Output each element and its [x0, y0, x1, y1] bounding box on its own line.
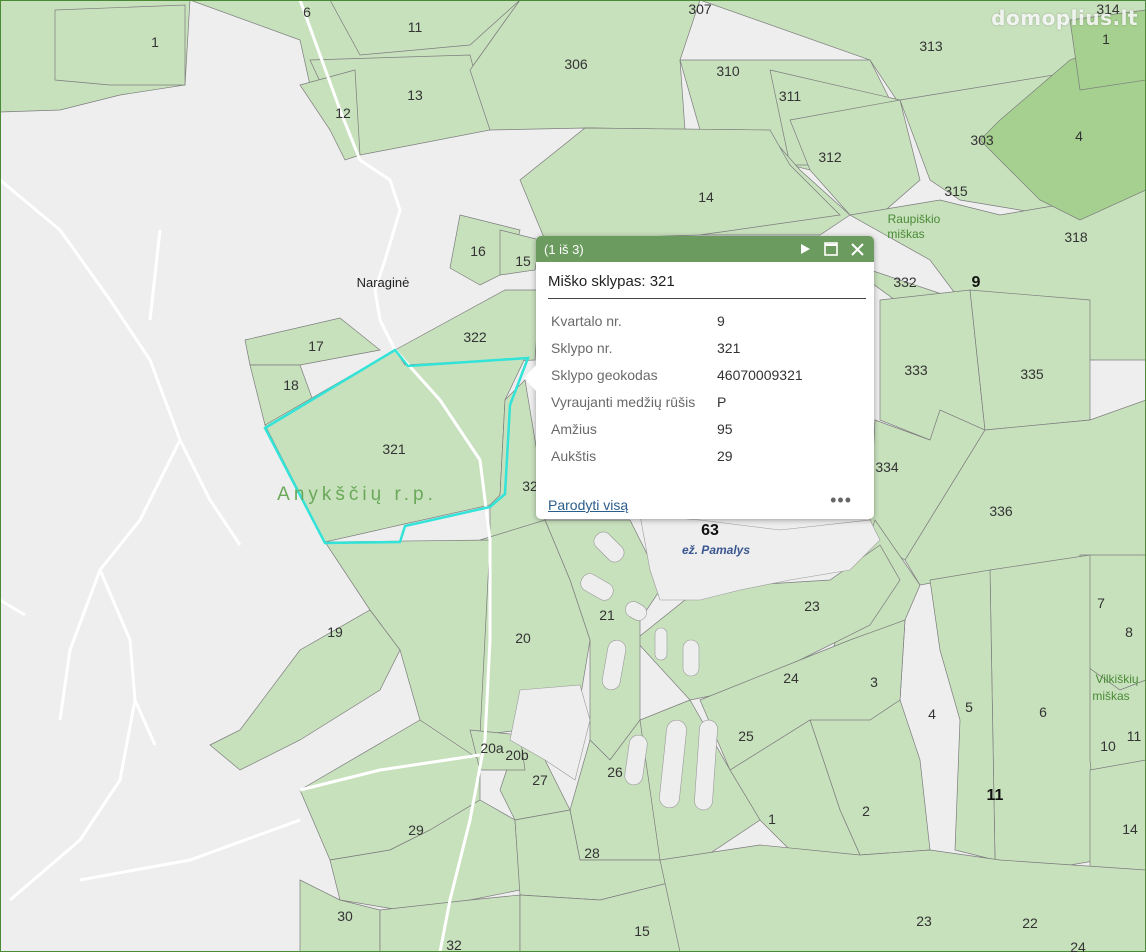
attribute-row: Kvartalo nr. 9 [548, 307, 806, 334]
attribute-row: Vyraujanti medžių rūšis P [548, 388, 806, 415]
quarter-label: 9 [972, 274, 981, 291]
more-options-icon[interactable]: ••• [830, 490, 852, 511]
parcel-label: 25 [738, 728, 754, 744]
parcel-label: 14 [1122, 821, 1138, 837]
parcel-label: 336 [989, 503, 1013, 519]
parcel-label: 1 [151, 34, 159, 50]
parcel-label: 26 [607, 764, 623, 780]
parcel-label: 11 [408, 19, 423, 35]
attribute-key: Sklypo geokodas [551, 366, 658, 383]
attribute-key: Aukštis [551, 447, 597, 464]
parcel-label: 17 [308, 338, 324, 354]
attribute-value: 9 [717, 312, 725, 329]
attribute-key: Sklypo nr. [551, 339, 613, 356]
popup-title: Miško sklypas: 321 [548, 273, 866, 299]
parcel-label: 321 [382, 441, 406, 457]
parcel-label: 312 [818, 149, 842, 165]
parcel-label: 3 [870, 674, 878, 690]
maximize-icon[interactable] [820, 238, 842, 260]
parcel-label: 28 [584, 845, 600, 861]
parcel-label: 23 [804, 598, 820, 614]
popup-header: (1 iš 3) [536, 236, 874, 262]
parcel-label: 22 [1022, 915, 1038, 931]
parcel-label: 19 [327, 624, 343, 640]
quarter-label: 11 [987, 787, 1004, 804]
parcel-label: 303 [970, 132, 994, 148]
parcel-label: 332 [893, 274, 917, 290]
parcel-label: 11 [1127, 728, 1142, 744]
parcel-label: 6 [303, 4, 311, 20]
parcel-label: 315 [944, 183, 968, 199]
parcel-label: 15 [515, 253, 531, 269]
parcel-label: 307 [688, 1, 712, 17]
parcel-label: 4 [1075, 128, 1083, 144]
attribute-key: Kvartalo nr. [551, 312, 622, 329]
attribute-table: Kvartalo nr. 9 Sklypo nr. 321 Sklypo geoko… [548, 307, 806, 469]
forest-label-raupiskio: Raupiškio [888, 212, 941, 226]
parcel-label: 18 [283, 377, 299, 393]
attribute-value: 29 [717, 447, 733, 464]
parcel-label: 322 [463, 329, 487, 345]
parcel-label: 10 [1100, 738, 1116, 754]
attribute-row: Sklypo geokodas 46070009321 [548, 361, 806, 388]
parcel-label: 15 [634, 923, 650, 939]
attribute-value: P [717, 393, 727, 410]
parcel-label: 2 [862, 803, 870, 819]
parcel-label: 1 [768, 811, 776, 827]
parcel-label: 4 [928, 706, 936, 722]
parcel-label: 24 [783, 670, 799, 686]
parcel-label: 27 [532, 772, 548, 788]
next-feature-icon[interactable] [794, 238, 816, 260]
parcel-label: 14 [698, 189, 714, 205]
parcel-label: 306 [564, 56, 588, 72]
parcel-label: 1 [1102, 31, 1110, 47]
parcel-label: 5 [965, 699, 973, 715]
popup-pointer [524, 364, 537, 392]
forest-label-vilkiskiu: Vilkiškių [1095, 672, 1138, 686]
parcel-label: 6 [1039, 704, 1047, 720]
parcel-label: 21 [599, 607, 615, 623]
parcel-label: 20b [505, 747, 529, 763]
parcel-label: 23 [916, 913, 932, 929]
parcel-label: 24 [1070, 939, 1086, 952]
parcel-label: 310 [716, 63, 740, 79]
parcel-label: 13 [407, 87, 423, 103]
quarter-label: 63 [701, 522, 719, 539]
attribute-key: Amžius [551, 420, 597, 437]
parcel-label: 8 [1125, 624, 1133, 640]
parcel-label: 334 [875, 459, 899, 475]
attribute-value: 321 [717, 339, 741, 356]
attribute-value: 46070009321 [717, 366, 803, 383]
attribute-key: Vyraujanti medžių rūšis [551, 393, 696, 410]
close-icon[interactable] [846, 238, 868, 260]
parcel-label: 16 [470, 243, 486, 259]
parcel-label: 32 [446, 937, 462, 952]
show-all-link[interactable]: Parodyti visą [548, 497, 628, 513]
parcel-label: 29 [408, 822, 424, 838]
parcel-label: 335 [1020, 366, 1044, 382]
attribute-row: Amžius 95 [548, 415, 806, 442]
parcel-popup[interactable]: (1 iš 3) Miško sklypas: 321 Kvartalo nr.… [524, 236, 874, 519]
district-label: Anykščių r.p. [277, 484, 437, 505]
place-label: Naraginė [357, 275, 410, 290]
parcel-label: 20a [480, 740, 504, 756]
parcel-label: 313 [919, 38, 943, 54]
attribute-row: Aukštis 29 [548, 442, 806, 469]
attribute-row: Sklypo nr. 321 [548, 334, 806, 361]
forest-label-miskas-1: miškas [887, 227, 924, 241]
parcel-label: 20 [515, 630, 531, 646]
parcel-label: 318 [1064, 229, 1088, 245]
forest-label-miskas-2: miškas [1092, 689, 1129, 703]
lake-label: ež. Pamalys [682, 543, 750, 557]
parcel-label: 7 [1097, 595, 1105, 611]
attribute-value: 95 [717, 420, 733, 437]
parcel-label: 311 [779, 88, 802, 104]
popup-counter: (1 iš 3) [544, 241, 584, 257]
watermark: domoplius.lt [991, 6, 1138, 30]
parcel-label: 30 [337, 908, 353, 924]
parcel-label: 333 [904, 362, 928, 378]
parcel-label: 12 [335, 105, 351, 121]
